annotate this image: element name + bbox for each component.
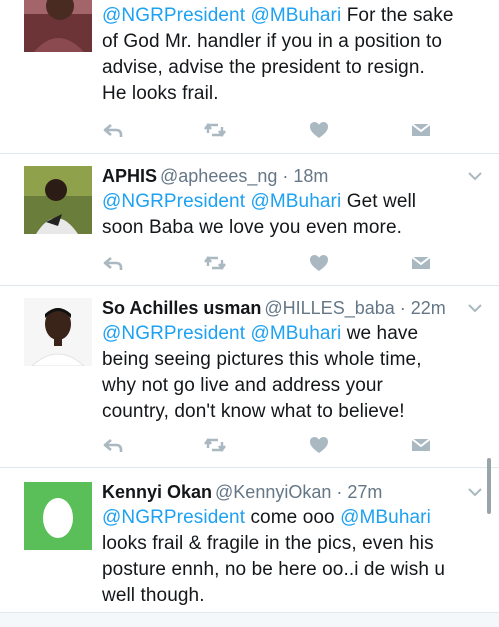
timestamp[interactable]: 27m xyxy=(347,482,382,502)
separator-dot: · xyxy=(277,166,294,186)
display-name[interactable]: APHIS xyxy=(102,166,157,186)
tweet-actions xyxy=(102,120,431,140)
mention-link[interactable]: @MBuhari xyxy=(340,507,431,528)
tweet-text: @NGRPresident come ooo @MBuhari looks fra… xyxy=(102,505,487,609)
tweet-text-segment: being seeing pictures this whole time, xyxy=(102,349,422,370)
tweet-text-segment: posture ennh, no be here oo..i de wish u xyxy=(102,559,446,580)
separator-dot: · xyxy=(331,482,348,502)
retweet-button[interactable] xyxy=(204,253,226,273)
like-button[interactable] xyxy=(308,120,330,140)
like-icon xyxy=(310,255,328,271)
avatar[interactable] xyxy=(24,0,92,52)
chevron-down-icon[interactable] xyxy=(468,303,482,313)
display-name[interactable]: Kennyi Okan xyxy=(102,482,212,502)
user-handle[interactable]: @apheees_ng xyxy=(160,166,277,186)
tweet-text-line: country, don't know what to believe! xyxy=(102,399,487,425)
message-button[interactable] xyxy=(410,253,432,273)
tweet-text-line: well though. xyxy=(102,583,487,609)
chevron-down-icon[interactable] xyxy=(468,487,482,497)
tweet-text-segment: soon Baba we love you even more. xyxy=(102,217,402,238)
mention-link[interactable]: @NGRPresident xyxy=(102,507,245,528)
tweet-text-line: soon Baba we love you even more. xyxy=(102,215,487,241)
avatar[interactable] xyxy=(24,166,92,234)
tweet-text-line: looks frail & fragile in the pics, even … xyxy=(102,531,487,557)
tweet-text: @NGRPresident @MBuhari For the sake of Go… xyxy=(102,3,487,107)
tweet-text-segment: why not go live and address your xyxy=(102,375,383,396)
tweet-text-line: He looks frail. xyxy=(102,81,487,107)
separator-dot: · xyxy=(394,298,411,318)
tweet-text-line: posture ennh, no be here oo..i de wish u xyxy=(102,557,487,583)
like-icon xyxy=(310,122,328,138)
display-name[interactable]: So Achilles usman xyxy=(102,298,261,318)
tweet-header: APHIS @apheees_ng · 18m xyxy=(102,165,328,187)
tweet-text-line: @NGRPresident @MBuhari Get well xyxy=(102,189,487,215)
reply-button[interactable] xyxy=(102,435,124,455)
chevron-down-icon[interactable] xyxy=(468,171,482,181)
message-button[interactable] xyxy=(410,120,432,140)
tweet-text-line: @NGRPresident @MBuhari For the sake xyxy=(102,3,487,29)
tweet-actions xyxy=(102,253,431,273)
mention-link[interactable]: @MBuhari xyxy=(250,5,341,26)
like-icon xyxy=(310,437,328,453)
timestamp[interactable]: 18m xyxy=(293,166,328,186)
tweet-text-segment: of God Mr. handler if you in a position … xyxy=(102,31,443,52)
mention-link[interactable]: @MBuhari xyxy=(250,323,341,344)
like-button[interactable] xyxy=(308,253,330,273)
tweet-text: @NGRPresident @MBuhari Get well soon Baba… xyxy=(102,189,487,241)
tweet-text-line: of God Mr. handler if you in a position … xyxy=(102,29,487,55)
tweet-text-segment: well though. xyxy=(102,585,205,606)
message-button[interactable] xyxy=(410,435,432,455)
bottom-edge xyxy=(0,612,499,627)
tweet[interactable]: @NGRPresident @MBuhari For the sake of Go… xyxy=(0,0,499,153)
mention-link[interactable]: @NGRPresident xyxy=(102,191,245,212)
tweet-text-segment: country, don't know what to believe! xyxy=(102,401,405,422)
reply-icon xyxy=(103,124,123,137)
tweet-text-line: @NGRPresident come ooo @MBuhari xyxy=(102,505,487,531)
tweet-header: So Achilles usman @HILLES_baba · 22m xyxy=(102,297,446,319)
reply-icon xyxy=(103,257,123,270)
scrollbar-thumb[interactable] xyxy=(487,458,491,514)
avatar[interactable] xyxy=(24,298,92,366)
mention-link[interactable]: @MBuhari xyxy=(250,191,341,212)
reply-icon xyxy=(103,439,123,452)
message-icon xyxy=(411,123,431,136)
tweet-timeline: @NGRPresident @MBuhari For the sake of Go… xyxy=(0,0,499,627)
tweet-text-segment: looks frail & fragile in the pics, even … xyxy=(102,533,434,554)
user-handle[interactable]: @HILLES_baba xyxy=(264,298,394,318)
retweet-icon xyxy=(204,123,226,137)
tweet-text-line: @NGRPresident @MBuhari we have xyxy=(102,321,487,347)
retweet-button[interactable] xyxy=(204,120,226,140)
tweet[interactable]: Kennyi Okan @KennyiOkan · 27m @NGRPreside… xyxy=(0,468,499,612)
tweet-text-segment: For the sake xyxy=(341,5,454,26)
tweet[interactable]: APHIS @apheees_ng · 18m @NGRPresident @MB… xyxy=(0,154,499,285)
tweet-text-line: why not go live and address your xyxy=(102,373,487,399)
tweet-text: @NGRPresident @MBuhari we have being seei… xyxy=(102,321,487,425)
tweet[interactable]: So Achilles usman @HILLES_baba · 22m @NGR… xyxy=(0,286,499,467)
tweet-text-segment: Get well xyxy=(341,191,417,212)
tweet-actions xyxy=(102,435,431,455)
retweet-icon xyxy=(204,256,226,270)
message-icon xyxy=(411,438,431,451)
message-icon xyxy=(411,256,431,269)
tweet-text-line: being seeing pictures this whole time, xyxy=(102,347,487,373)
tweet-text-segment: we have xyxy=(341,323,419,344)
tweet-text-segment: advise, advise the president to resign. xyxy=(102,57,425,78)
tweet-text-line: advise, advise the president to resign. xyxy=(102,55,487,81)
retweet-icon xyxy=(204,438,226,452)
timestamp[interactable]: 22m xyxy=(411,298,446,318)
avatar[interactable] xyxy=(24,482,92,550)
user-handle[interactable]: @KennyiOkan xyxy=(215,482,331,502)
like-button[interactable] xyxy=(308,435,330,455)
reply-button[interactable] xyxy=(102,253,124,273)
mention-link[interactable]: @NGRPresident xyxy=(102,5,245,26)
tweet-text-segment: He looks frail. xyxy=(102,83,219,104)
tweet-header: Kennyi Okan @KennyiOkan · 27m xyxy=(102,481,382,503)
retweet-button[interactable] xyxy=(204,435,226,455)
reply-button[interactable] xyxy=(102,120,124,140)
tweet-text-segment: come ooo xyxy=(245,507,341,528)
mention-link[interactable]: @NGRPresident xyxy=(102,323,245,344)
